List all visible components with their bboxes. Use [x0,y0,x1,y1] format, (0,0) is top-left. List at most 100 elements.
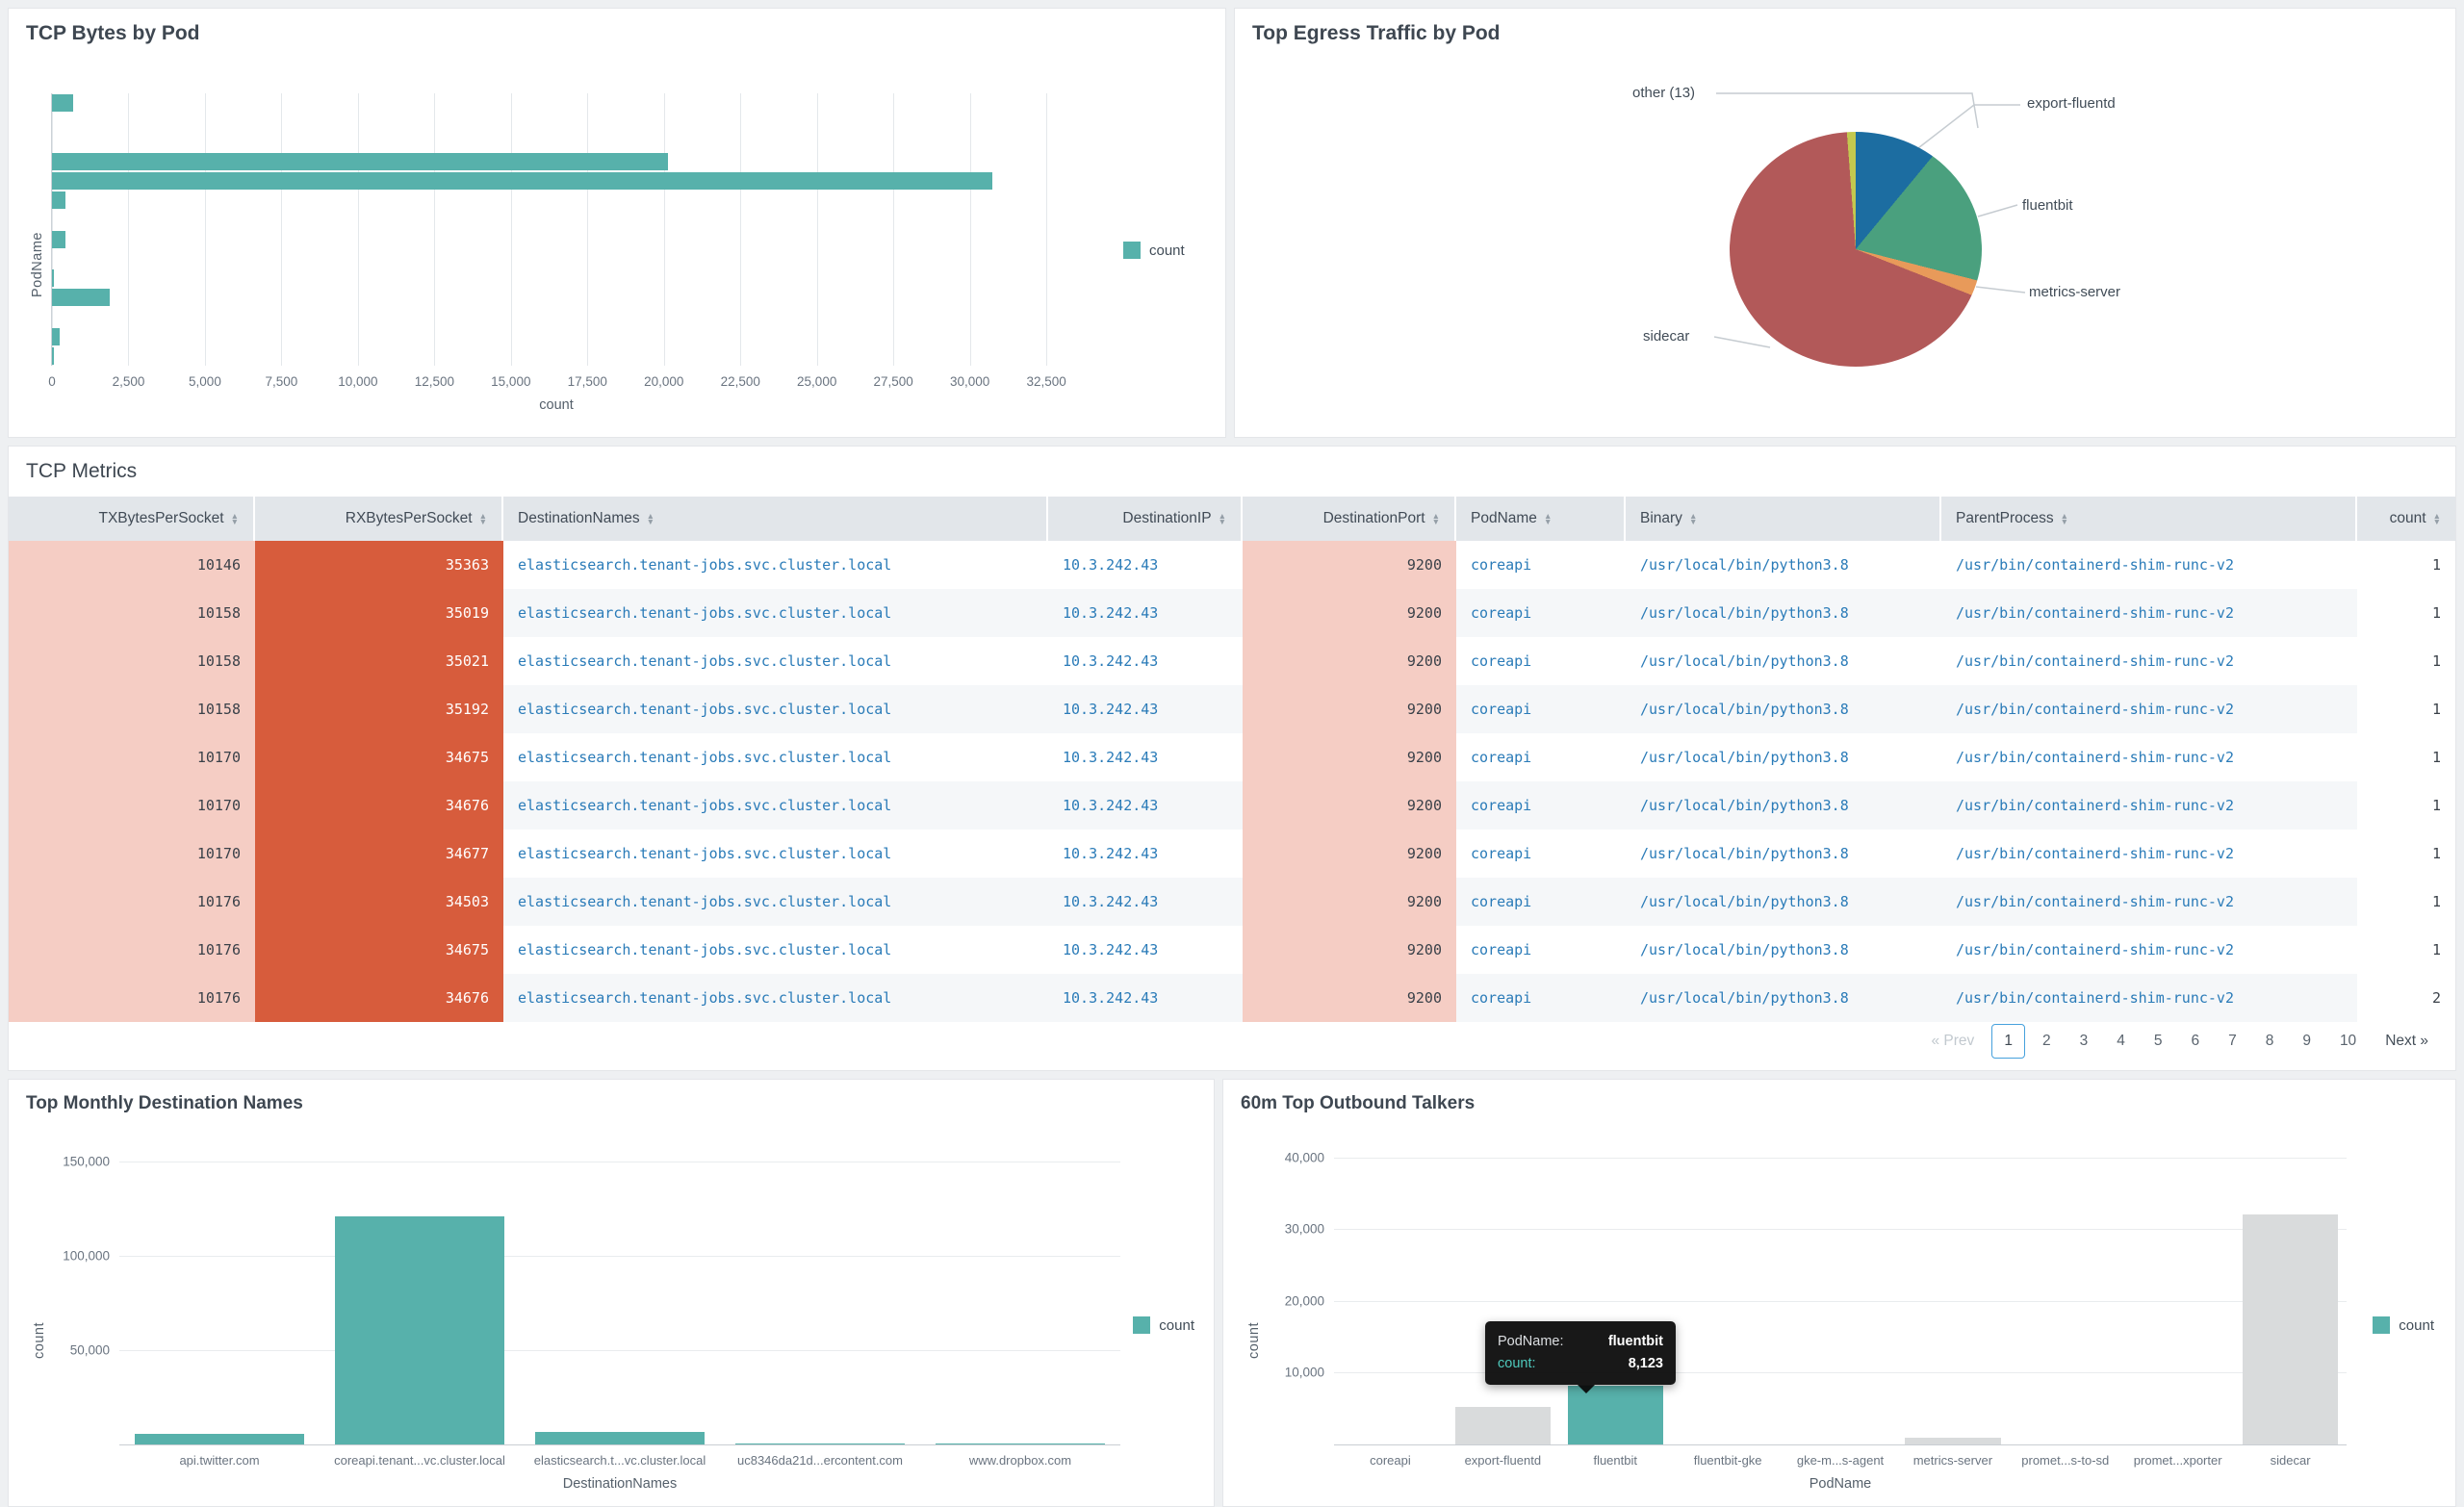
column-header-TXBytesPerSocket[interactable]: TXBytesPerSocket▲▼ [9,497,255,541]
cell-DestinationNames[interactable]: elasticsearch.tenant-jobs.svc.cluster.lo… [503,830,1048,878]
column-bar-www.dropbox.com[interactable] [936,1443,1106,1444]
cell-Binary[interactable]: /usr/local/bin/python3.8 [1626,589,1941,637]
cell-Binary[interactable]: /usr/local/bin/python3.8 [1626,781,1941,830]
cell-DestinationNames[interactable]: elasticsearch.tenant-jobs.svc.cluster.lo… [503,541,1048,589]
page-button-1[interactable]: 1 [1991,1024,2025,1059]
column-bar-elasticsearch.t...vc.cluster.local[interactable] [535,1432,706,1444]
column-header-count[interactable]: count▲▼ [2357,497,2455,541]
cell-DestinationNames[interactable]: elasticsearch.tenant-jobs.svc.cluster.lo… [503,878,1048,926]
sort-icon[interactable]: ▲▼ [479,513,487,525]
tcp-bytes-bar[interactable] [52,172,992,190]
cell-ParentProcess[interactable]: /usr/bin/containerd-shim-runc-v2 [1941,589,2357,637]
cell-PodName[interactable]: coreapi [1456,685,1626,733]
page-button-4[interactable]: 4 [2105,1025,2137,1058]
tcp-bytes-bar[interactable] [52,269,54,287]
sort-icon[interactable]: ▲▼ [2061,513,2068,525]
cell-Binary[interactable]: /usr/local/bin/python3.8 [1626,878,1941,926]
tcp-bytes-bar[interactable] [52,289,110,306]
sort-icon[interactable]: ▲▼ [2433,513,2441,525]
cell-DestinationNames[interactable]: elasticsearch.tenant-jobs.svc.cluster.lo… [503,589,1048,637]
cell-Binary[interactable]: /usr/local/bin/python3.8 [1626,974,1941,1022]
page-button-10[interactable]: 10 [2328,1025,2368,1058]
column-header-DestinationNames[interactable]: DestinationNames▲▼ [503,497,1048,541]
cell-Binary[interactable]: /usr/local/bin/python3.8 [1626,830,1941,878]
tcp-bytes-bar[interactable] [52,153,668,170]
cell-DestinationNames[interactable]: elasticsearch.tenant-jobs.svc.cluster.lo… [503,637,1048,685]
cell-PodName[interactable]: coreapi [1456,926,1626,974]
tcp-bytes-bar[interactable] [52,231,65,248]
page-button-8[interactable]: 8 [2254,1025,2286,1058]
cell-DestinationNames[interactable]: elasticsearch.tenant-jobs.svc.cluster.lo… [503,974,1048,1022]
column-header-DestinationPort[interactable]: DestinationPort▲▼ [1243,497,1456,541]
column-bar-metrics-server[interactable] [1905,1438,2000,1444]
column-bar-sidecar[interactable] [2243,1214,2338,1444]
cell-PodName[interactable]: coreapi [1456,830,1626,878]
cell-PodName[interactable]: coreapi [1456,637,1626,685]
column-bar-coreapi.tenant...vc.cluster.local[interactable] [335,1216,505,1444]
cell-PodName[interactable]: coreapi [1456,974,1626,1022]
column-bar-api.twitter.com[interactable] [135,1434,305,1444]
cell-ParentProcess[interactable]: /usr/bin/containerd-shim-runc-v2 [1941,878,2357,926]
cell-DestinationNames[interactable]: elasticsearch.tenant-jobs.svc.cluster.lo… [503,926,1048,974]
tcp-bytes-bar[interactable] [52,94,73,112]
page-button-7[interactable]: 7 [2217,1025,2248,1058]
cell-DestinationIP[interactable]: 10.3.242.43 [1048,878,1243,926]
tcp-bytes-bar[interactable] [52,328,60,345]
cell-DestinationIP[interactable]: 10.3.242.43 [1048,733,1243,781]
legend-count[interactable]: count [1123,242,1185,259]
cell-DestinationIP[interactable]: 10.3.242.43 [1048,541,1243,589]
cell-ParentProcess[interactable]: /usr/bin/containerd-shim-runc-v2 [1941,830,2357,878]
column-header-DestinationIP[interactable]: DestinationIP▲▼ [1048,497,1243,541]
cell-DestinationIP[interactable]: 10.3.242.43 [1048,974,1243,1022]
cell-ParentProcess[interactable]: /usr/bin/containerd-shim-runc-v2 [1941,685,2357,733]
sort-icon[interactable]: ▲▼ [1432,513,1440,525]
cell-ParentProcess[interactable]: /usr/bin/containerd-shim-runc-v2 [1941,733,2357,781]
cell-Binary[interactable]: /usr/local/bin/python3.8 [1626,637,1941,685]
column-bar-uc8346da21d...ercontent.com[interactable] [735,1443,906,1444]
page-button-9[interactable]: 9 [2291,1025,2323,1058]
column-header-Binary[interactable]: Binary▲▼ [1626,497,1941,541]
cell-PodName[interactable]: coreapi [1456,878,1626,926]
cell-Binary[interactable]: /usr/local/bin/python3.8 [1626,685,1941,733]
cell-DestinationIP[interactable]: 10.3.242.43 [1048,781,1243,830]
cell-DestinationNames[interactable]: elasticsearch.tenant-jobs.svc.cluster.lo… [503,781,1048,830]
sort-icon[interactable]: ▲▼ [231,513,239,525]
cell-PodName[interactable]: coreapi [1456,541,1626,589]
page-button-6[interactable]: 6 [2179,1025,2211,1058]
tcp-bytes-bar[interactable] [52,192,65,209]
sort-icon[interactable]: ▲▼ [647,513,654,525]
cell-Binary[interactable]: /usr/local/bin/python3.8 [1626,541,1941,589]
column-bar-export-fluentd[interactable] [1455,1407,1551,1444]
cell-Binary[interactable]: /usr/local/bin/python3.8 [1626,733,1941,781]
page-button-2[interactable]: 2 [2031,1025,2063,1058]
legend-count[interactable]: count [1133,1316,1194,1334]
cell-PodName[interactable]: coreapi [1456,589,1626,637]
cell-PodName[interactable]: coreapi [1456,733,1626,781]
cell-DestinationNames[interactable]: elasticsearch.tenant-jobs.svc.cluster.lo… [503,733,1048,781]
cell-PodName[interactable]: coreapi [1456,781,1626,830]
cell-DestinationIP[interactable]: 10.3.242.43 [1048,637,1243,685]
sort-icon[interactable]: ▲▼ [1219,513,1226,525]
sort-icon[interactable]: ▲▼ [1544,513,1552,525]
cell-Binary[interactable]: /usr/local/bin/python3.8 [1626,926,1941,974]
column-header-ParentProcess[interactable]: ParentProcess▲▼ [1941,497,2357,541]
cell-ParentProcess[interactable]: /usr/bin/containerd-shim-runc-v2 [1941,637,2357,685]
page-button-5[interactable]: 5 [2143,1025,2174,1058]
cell-DestinationIP[interactable]: 10.3.242.43 [1048,926,1243,974]
tcp-bytes-bar[interactable] [52,347,54,365]
cell-DestinationIP[interactable]: 10.3.242.43 [1048,685,1243,733]
cell-DestinationIP[interactable]: 10.3.242.43 [1048,589,1243,637]
cell-ParentProcess[interactable]: /usr/bin/containerd-shim-runc-v2 [1941,541,2357,589]
cell-ParentProcess[interactable]: /usr/bin/containerd-shim-runc-v2 [1941,781,2357,830]
cell-DestinationIP[interactable]: 10.3.242.43 [1048,830,1243,878]
cell-DestinationNames[interactable]: elasticsearch.tenant-jobs.svc.cluster.lo… [503,685,1048,733]
column-header-RXBytesPerSocket[interactable]: RXBytesPerSocket▲▼ [255,497,503,541]
column-header-PodName[interactable]: PodName▲▼ [1456,497,1626,541]
legend-count[interactable]: count [2373,1316,2434,1334]
page-button-3[interactable]: 3 [2068,1025,2100,1058]
cell-ParentProcess[interactable]: /usr/bin/containerd-shim-runc-v2 [1941,926,2357,974]
egress-pie-chart[interactable] [1730,132,1982,367]
sort-icon[interactable]: ▲▼ [1689,513,1697,525]
next-page-button[interactable]: Next » [2374,1025,2440,1058]
cell-ParentProcess[interactable]: /usr/bin/containerd-shim-runc-v2 [1941,974,2357,1022]
